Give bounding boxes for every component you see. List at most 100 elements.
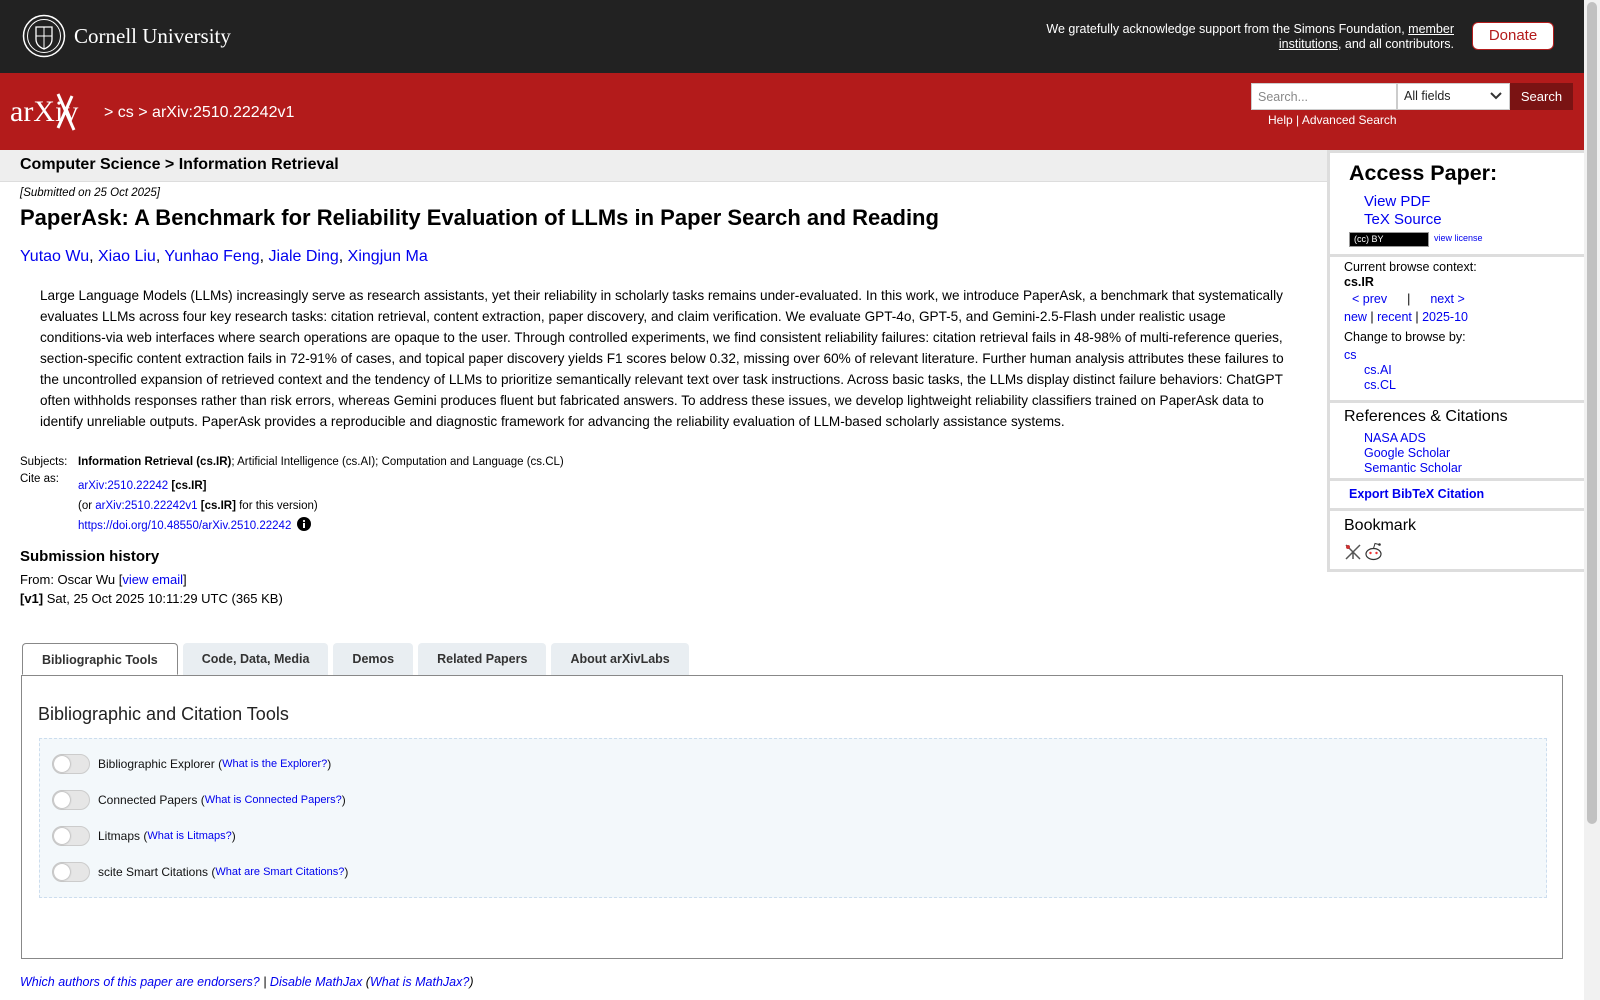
subjects-value: Information Retrieval (cs.IR); Artificia… (78, 456, 564, 468)
google-scholar-link[interactable]: Google Scholar (1364, 446, 1450, 460)
search-button[interactable]: Search (1510, 83, 1573, 110)
export-item: Export BibTeX Citation (1349, 487, 1484, 501)
author-sep: , (259, 248, 269, 265)
tab-bibliographic-tools[interactable]: Bibliographic Tools (22, 643, 178, 675)
toggle-label: scite Smart Citations (98, 865, 209, 879)
author-link[interactable]: Jiale Ding (269, 248, 339, 265)
help-link[interactable]: Help (1268, 113, 1293, 127)
breadcrumb-cs[interactable]: cs (118, 104, 134, 121)
new-link[interactable]: new (1344, 310, 1367, 324)
support-prefix: We gratefully acknowledge support from t… (1046, 22, 1409, 36)
tab-panel: Bibliographic and Citation Tools Bibliog… (21, 675, 1563, 959)
search-input[interactable] (1251, 83, 1397, 110)
chevron-down-icon (1490, 92, 1502, 100)
donate-button[interactable]: Donate (1472, 22, 1554, 50)
tab-related-papers[interactable]: Related Papers (418, 643, 547, 675)
author-link[interactable]: Yunhao Feng (164, 248, 259, 265)
view-pdf-link[interactable]: View PDF (1364, 193, 1430, 210)
cite-line: arXiv:2510.22242 [cs.IR] (78, 476, 318, 496)
toggle-help-link[interactable]: What are Smart Citations? (215, 866, 344, 878)
nasa-ads-link[interactable]: NASA ADS (1364, 431, 1426, 445)
prev-next-nav: < prev | next > (1352, 292, 1465, 306)
author-link[interactable]: Xingjun Ma (348, 248, 428, 265)
browse-ai-item: cs.AI (1364, 363, 1392, 377)
cite-lines: arXiv:2510.22242 [cs.IR] (or arXiv:2510.… (78, 476, 318, 536)
history-v1: [v1] Sat, 25 Oct 2025 10:11:29 UTC (365 … (20, 591, 283, 606)
author-link[interactable]: Yutao Wu (20, 248, 89, 265)
export-bibtex-link[interactable]: Export BibTeX Citation (1349, 487, 1484, 501)
abstract: Large Language Models (LLMs) increasingl… (40, 288, 1284, 429)
cite-version-link[interactable]: arXiv:2510.22242v1 (95, 500, 197, 512)
reddit-icon[interactable] (1364, 542, 1383, 561)
tex-source-link[interactable]: TeX Source (1364, 211, 1442, 228)
cornell-bar: Cornell University We gratefully acknowl… (0, 0, 1584, 73)
history-from: From: Oscar Wu [view email] (20, 572, 187, 587)
cornell-logo[interactable]: Cornell University (22, 14, 231, 58)
advanced-search-link[interactable]: Advanced Search (1302, 113, 1397, 127)
sidebar: Access Paper: View PDF TeX Source (cc) B… (1327, 150, 1587, 572)
tab-code-data-media[interactable]: Code, Data, Media (182, 643, 329, 675)
author-link[interactable]: Xiao Liu (98, 248, 156, 265)
search-form: All fields Search (1251, 83, 1573, 110)
month-link[interactable]: 2025-10 (1422, 310, 1468, 324)
bookmark-title: Bookmark (1344, 517, 1417, 534)
toggle-help-link[interactable]: What is Connected Papers? (205, 794, 342, 806)
secondary-subjects: ; Artificial Intelligence (cs.AI); Compu… (231, 456, 564, 468)
what-mathjax-link[interactable]: What is MathJax? (370, 975, 469, 989)
next-link[interactable]: next > (1430, 292, 1464, 306)
version-label[interactable]: [v1] (20, 591, 43, 606)
bookmark-section: Bookmark (1330, 511, 1587, 572)
arxiv-logo[interactable]: arXiv (10, 92, 102, 132)
disable-mathjax-link[interactable]: Disable MathJax (270, 975, 362, 989)
toggle-help-link[interactable]: What is Litmaps? (147, 830, 231, 842)
toggle-label: Litmaps (98, 829, 141, 843)
toggle-help-link[interactable]: What is the Explorer? (222, 758, 327, 770)
submission-history-title: Submission history (20, 548, 160, 565)
google-item: Google Scholar (1364, 446, 1450, 460)
info-icon[interactable] (297, 517, 312, 531)
arxiv-logo-text: arXiv (10, 95, 78, 128)
authors: Yutao Wu, Xiao Liu, Yunhao Feng, Jiale D… (20, 248, 428, 266)
cite-label: Cite as: (20, 473, 59, 485)
toggle-label: Bibliographic Explorer (98, 757, 215, 771)
author-sep: , (89, 248, 98, 265)
support-suffix: , and all contributors. (1337, 37, 1454, 51)
cite-id-link[interactable]: arXiv:2510.22242 (78, 480, 168, 492)
semantic-scholar-link[interactable]: Semantic Scholar (1364, 461, 1462, 475)
tab-about-arxivlabs[interactable]: About arXivLabs (551, 643, 689, 675)
tab-demos[interactable]: Demos (333, 643, 414, 675)
breadcrumb-paper-id: arXiv:2510.22242v1 (152, 104, 295, 121)
access-paper-section: Access Paper: View PDF TeX Source (cc) B… (1330, 153, 1587, 257)
page-scrollbar[interactable] (1584, 0, 1600, 1000)
cc-by-license-badge[interactable]: (cc) BY (1349, 232, 1429, 247)
toggle-row-connected-papers: Connected Papers (What is Connected Pape… (52, 790, 346, 810)
browse-ai-link[interactable]: cs.AI (1364, 363, 1392, 377)
toggle-switch[interactable] (52, 754, 90, 774)
bibsonomy-icon[interactable] (1344, 543, 1362, 561)
arxiv-header: arXiv > cs > arXiv:2510.22242v1 All fiel… (0, 73, 1584, 150)
toggle-box: Bibliographic Explorer (What is the Expl… (39, 738, 1547, 898)
prev-link[interactable]: < prev (1352, 292, 1387, 306)
footer-links: Which authors of this paper are endorser… (20, 975, 474, 989)
view-license-link[interactable]: view license (1434, 233, 1483, 243)
toggle-label: Connected Papers (98, 793, 198, 807)
scrollbar-thumb[interactable] (1587, 2, 1597, 824)
support-text: We gratefully acknowledge support from t… (1034, 22, 1454, 52)
toggle-switch[interactable] (52, 790, 90, 810)
endorsers-link[interactable]: Which authors of this paper are endorser… (20, 975, 260, 989)
help-sep: | (1296, 113, 1300, 127)
browse-cs-link[interactable]: cs (1344, 348, 1357, 362)
browse-cl-link[interactable]: cs.CL (1364, 378, 1396, 392)
panel-title: Bibliographic and Citation Tools (38, 704, 289, 724)
toggle-switch[interactable] (52, 862, 90, 882)
field-select[interactable]: All fields (1397, 83, 1510, 110)
cite-version-line: (or arXiv:2510.22242v1 [cs.IR] for this … (78, 496, 318, 516)
browse-context-section: Current browse context: cs.IR < prev | nex… (1330, 257, 1587, 403)
toggle-switch[interactable] (52, 826, 90, 846)
doi-link[interactable]: https://doi.org/10.48550/arXiv.2510.2224… (78, 520, 291, 532)
view-email-link[interactable]: view email (122, 572, 183, 587)
recent-link[interactable]: recent (1377, 310, 1412, 324)
paper-title: PaperAsk: A Benchmark for Reliability Ev… (20, 205, 939, 230)
cite-or-prefix: (or (78, 500, 96, 512)
labs-tabs: Bibliographic Tools Code, Data, Media De… (22, 643, 689, 675)
